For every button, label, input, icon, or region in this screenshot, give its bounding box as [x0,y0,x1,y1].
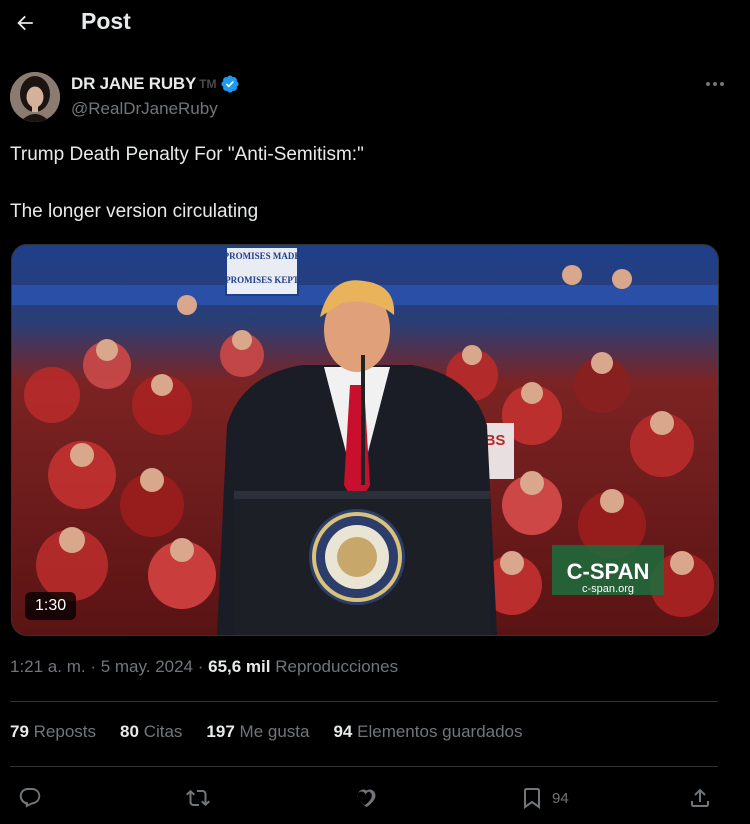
cspan-url: c-span.org [582,583,634,595]
more-options-button[interactable] [700,72,730,96]
sign-promises-made: PROMISES MADE [224,251,301,261]
bookmarks-count: 94 [333,722,353,741]
verified-badge-icon[interactable] [220,74,240,94]
divider [10,766,718,767]
reposts-stat[interactable]: 79 Reposts [10,722,96,742]
view-count-label: Reproducciones [275,657,399,676]
display-name-row: DR JANE RUBY TM [71,74,240,94]
repost-icon [186,789,210,807]
tweet-meta: 1:21 a. m. · 5 may. 2024 · 65,6 mil Repr… [10,657,398,677]
display-name[interactable]: DR JANE RUBY [71,74,196,94]
video-duration-badge: 1:30 [25,592,77,620]
repost-button[interactable] [186,780,210,816]
reply-button[interactable] [18,780,42,816]
tweet-time[interactable]: 1:21 a. m. [10,657,86,676]
divider [10,701,718,702]
tweet-date[interactable]: 5 may. 2024 [101,657,193,676]
reposts-label: Reposts [33,722,97,741]
quotes-stat[interactable]: 80 Citas [120,722,182,742]
reposts-count: 79 [10,722,29,741]
engagement-stats: 79 Reposts 80 Citas 197 Me gusta 94 Elem… [10,722,523,742]
avatar-image [10,72,60,122]
avatar[interactable] [10,72,60,122]
share-button[interactable] [688,780,712,816]
bookmarks-label: Elementos guardados [357,722,523,741]
more-dot-icon [706,82,710,86]
heart-icon [357,789,376,807]
bookmark-count: 94 [552,789,569,807]
likes-stat[interactable]: 197 Me gusta [206,722,309,742]
bookmarks-stat[interactable]: 94 Elementos guardados [333,722,522,742]
sign-promises-kept: PROMISES KEPT [225,275,299,285]
back-button[interactable] [10,8,40,38]
likes-count: 197 [206,722,235,741]
video-frame: PROMISES MADE PROMISES KEPT JOBS C-SPAN … [12,245,718,635]
page-title: Post [81,8,131,34]
reply-icon [19,788,41,808]
trademark-mark: TM [199,77,217,91]
view-count: 65,6 mil [208,657,271,676]
author-row: DR JANE RUBY TM @RealDrJaneRuby [10,70,730,124]
bookmark-icon [524,788,540,809]
meta-separator: · [193,657,209,676]
likes-label: Me gusta [239,722,310,741]
quotes-label: Citas [143,722,183,741]
handle[interactable]: @RealDrJaneRuby [71,99,218,119]
tweet-text-line-2: The longer version circulating [10,201,259,222]
header: Post [0,0,750,48]
video-player[interactable]: PROMISES MADE PROMISES KEPT JOBS C-SPAN … [11,244,719,636]
more-dot-icon [720,82,724,86]
arrow-left-icon [17,15,33,31]
like-button[interactable] [353,780,377,816]
bookmark-button[interactable]: 94 [520,780,569,816]
meta-separator: · [85,657,101,676]
tweet-text-line-1: Trump Death Penalty For "Anti-Semitism:" [10,144,364,165]
quotes-count: 80 [120,722,139,741]
action-bar: 94 [0,780,750,816]
cspan-logo-text: C-SPAN [567,559,650,584]
share-icon [691,788,709,807]
cspan-watermark: C-SPAN c-span.org [552,545,664,595]
more-dot-icon [713,82,717,86]
